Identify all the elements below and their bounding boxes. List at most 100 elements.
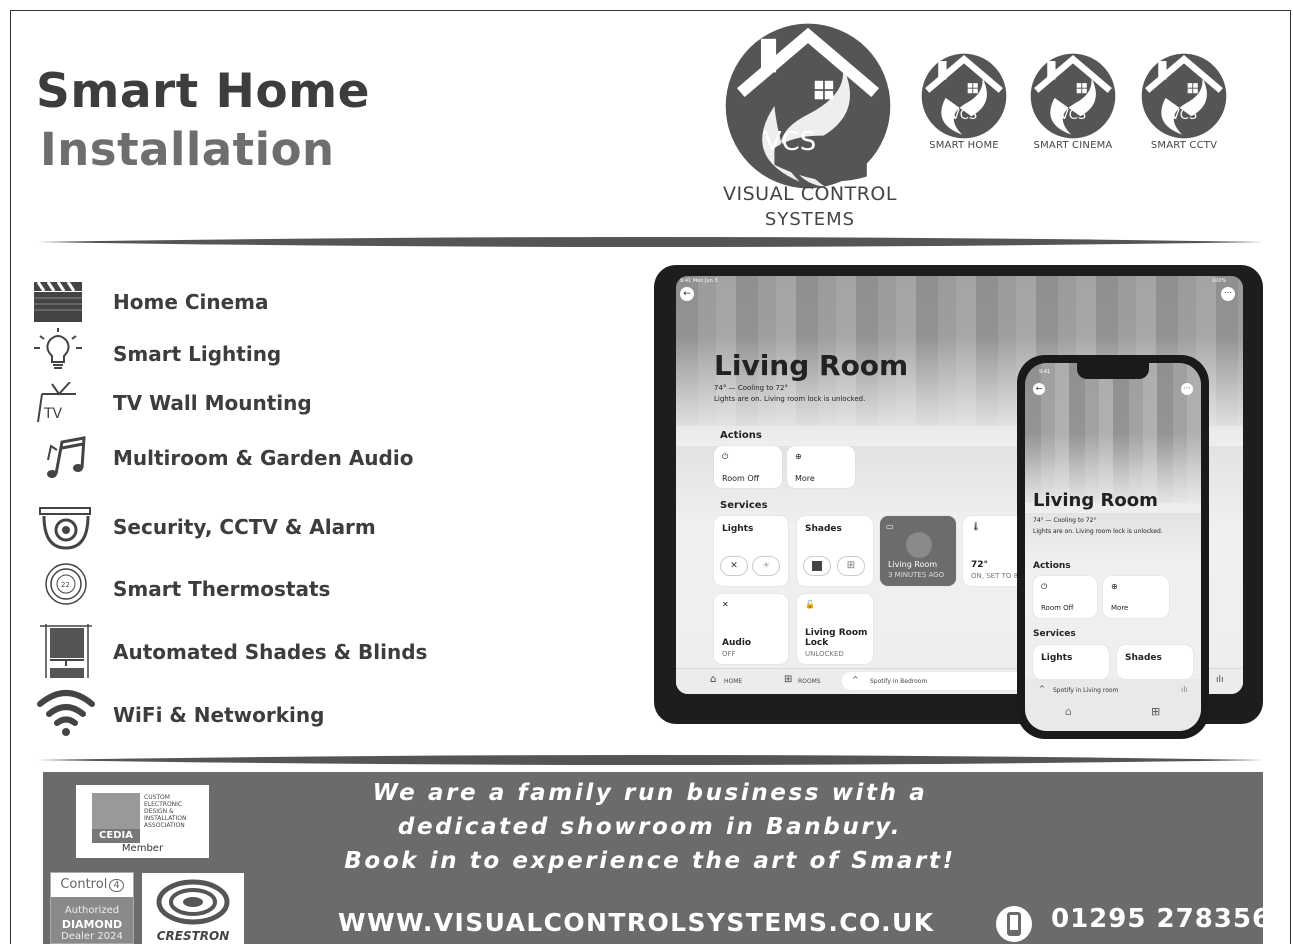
vcs-logo-icon [725, 23, 891, 189]
lock-tile[interactable]: 🔓 Living Room Lock UNLOCKED [797, 594, 873, 664]
shades-tile[interactable]: Shades ⊞ [797, 516, 873, 586]
power-icon: ⏻ [722, 452, 729, 461]
phone-actions-heading: Actions [1033, 561, 1071, 571]
actions-heading: Actions [720, 430, 762, 441]
tablet-climate: 74° — Cooling to 72° [714, 384, 788, 392]
phone-services-heading: Services [1033, 629, 1076, 639]
power-icon: ⏻ [1041, 582, 1048, 591]
tagline-line1: We are a family run business with a [372, 780, 928, 806]
shade-open-icon[interactable]: ⊞ [837, 556, 865, 576]
home-icon[interactable]: ⌂ [710, 674, 716, 685]
sub-logo-caption: SMART HOME [929, 140, 999, 151]
speaker-off-icon: ✕ [722, 600, 729, 609]
tab-home[interactable]: HOME [724, 678, 742, 685]
tagline-line2: dedicated showroom in Banbury. [397, 814, 903, 840]
lock-icon: 🔓 [805, 600, 815, 609]
sub-logo-caption: SMART CCTV [1150, 140, 1218, 151]
phone-more-button[interactable]: ⊕ More [1103, 576, 1169, 618]
page-title: Smart Home [36, 64, 371, 119]
phone-climate: 74° — Cooling to 72° [1033, 517, 1097, 524]
sub-logo-initials: VCS [1170, 108, 1198, 123]
more-menu-icon[interactable]: ⋯ [1181, 383, 1193, 395]
phone-room-off-button[interactable]: ⏻ Room Off [1033, 576, 1097, 618]
phone-room-title: Living Room [1033, 490, 1158, 511]
logo-initials: VCS [763, 127, 817, 157]
thermostat-icon: 22 [45, 563, 87, 605]
phone-tab-bar: ^ Spotify in Living room ılı ⌂ ⊞ [1025, 679, 1201, 731]
audio-tile[interactable]: ✕ Audio OFF [714, 594, 788, 664]
plus-icon: ⊕ [1111, 582, 1118, 591]
vcs-cctv-logo-icon [1141, 53, 1227, 139]
shade-close-icon[interactable] [803, 556, 831, 576]
more-menu-icon[interactable]: ⋯ [1221, 287, 1235, 301]
vcs-cinema-logo-icon [1030, 53, 1116, 139]
home-icon[interactable]: ⌂ [1065, 705, 1072, 718]
service-smart-lighting: Smart Lighting [113, 342, 282, 366]
rooms-icon[interactable]: ⊞ [784, 674, 792, 685]
svg-text:TV: TV [43, 406, 63, 422]
sub-logo-cctv: VCS SMART CCTV [1136, 50, 1232, 151]
clapperboard-icon [34, 281, 82, 322]
phone-number-link[interactable]: 01295 278356 [1051, 904, 1271, 934]
crestron-logo-text: CRESTRON [156, 929, 230, 943]
page-subtitle: Installation [40, 123, 335, 176]
phone-now-playing[interactable]: Spotify in Living room [1053, 687, 1118, 694]
svg-text:22: 22 [61, 581, 70, 589]
light-off-icon[interactable]: ✕ [720, 556, 748, 576]
now-playing[interactable]: Spotify in Bedroom [870, 678, 927, 685]
rooms-icon[interactable]: ⊞ [1151, 705, 1160, 718]
plus-icon: ⊕ [795, 452, 802, 461]
tablet-status-text: Lights are on. Living room lock is unloc… [714, 395, 866, 403]
room-off-button[interactable]: ⏻ Room Off [714, 446, 782, 488]
lightbulb-icon [34, 328, 82, 369]
back-icon[interactable]: ← [680, 287, 694, 301]
equalizer-icon[interactable]: ılı [1216, 675, 1224, 685]
lights-tile[interactable]: Lights ✕ ☀ [714, 516, 788, 586]
service-multiroom-audio: Multiroom & Garden Audio [113, 446, 414, 470]
sub-logo-cinema: VCS SMART CINEMA [1025, 50, 1121, 151]
phone-icon [996, 906, 1032, 942]
chevron-up-icon[interactable]: ^ [1039, 685, 1045, 693]
sub-logo-initials: VCS [950, 108, 978, 123]
service-home-cinema: Home Cinema [113, 290, 269, 314]
brand-name-line2: SYSTEMS [764, 209, 856, 230]
blinds-icon [40, 624, 92, 678]
video-icon: ▭ [886, 522, 894, 531]
sub-logo-home: VCS SMART HOME [916, 50, 1012, 151]
tagline-line3: Book in to experience the art of Smart! [344, 848, 956, 874]
camera-tile[interactable]: ▭ Living Room 3 MINUTES AGO [880, 516, 956, 586]
music-notes-icon [47, 436, 86, 478]
phone-shades-tile[interactable]: Shades [1117, 645, 1193, 679]
phone-lights-tile[interactable]: Lights [1033, 645, 1109, 679]
crestron-swirl-icon [156, 879, 230, 925]
sub-logo-initials: VCS [1059, 108, 1087, 123]
phone-status-text: Lights are on. Living room lock is unloc… [1033, 528, 1163, 535]
services-heading: Services [720, 500, 768, 511]
dome-camera-icon [39, 507, 91, 550]
cedia-logo: CEDIA [92, 829, 140, 843]
service-tv-wall-mounting: TV Wall Mounting [113, 391, 312, 415]
website-link[interactable]: WWW.VISUALCONTROLSYSTEMS.CO.UK [338, 908, 935, 937]
phone-screen: 9:41 ← ⋯ Living Room 74° — Cooling to 72… [1025, 363, 1201, 731]
cedia-member: Member [121, 843, 164, 854]
crestron-badge: CRESTRON [142, 873, 244, 944]
back-icon[interactable]: ← [1033, 383, 1045, 395]
chevron-up-icon[interactable]: ^ [852, 675, 859, 684]
divider-top [38, 237, 1264, 247]
control4-logo: Control 4 [51, 873, 133, 897]
service-security-cctv: Security, CCTV & Alarm [113, 515, 376, 539]
light-on-icon[interactable]: ☀ [752, 556, 780, 576]
tab-rooms[interactable]: ROOMS [798, 678, 821, 685]
tablet-battery: 100% [1212, 278, 1227, 284]
cedia-badge: CEDIA CUSTOM ELECTRONIC DESIGN & INSTALL… [76, 785, 209, 858]
wifi-icon [37, 690, 95, 736]
divider-bottom [38, 755, 1264, 765]
thermo-tile-icon: 🌡 [971, 522, 982, 531]
brand-name-line1: VISUAL CONTROL [723, 183, 897, 205]
more-button[interactable]: ⊕ More [787, 446, 855, 488]
tablet-room-title: Living Room [714, 349, 909, 382]
tv-icon: TV [37, 382, 76, 423]
service-smart-thermostats: Smart Thermostats [113, 577, 331, 601]
sub-logo-caption: SMART CINEMA [1033, 140, 1113, 151]
equalizer-icon[interactable]: ılı [1181, 685, 1188, 694]
